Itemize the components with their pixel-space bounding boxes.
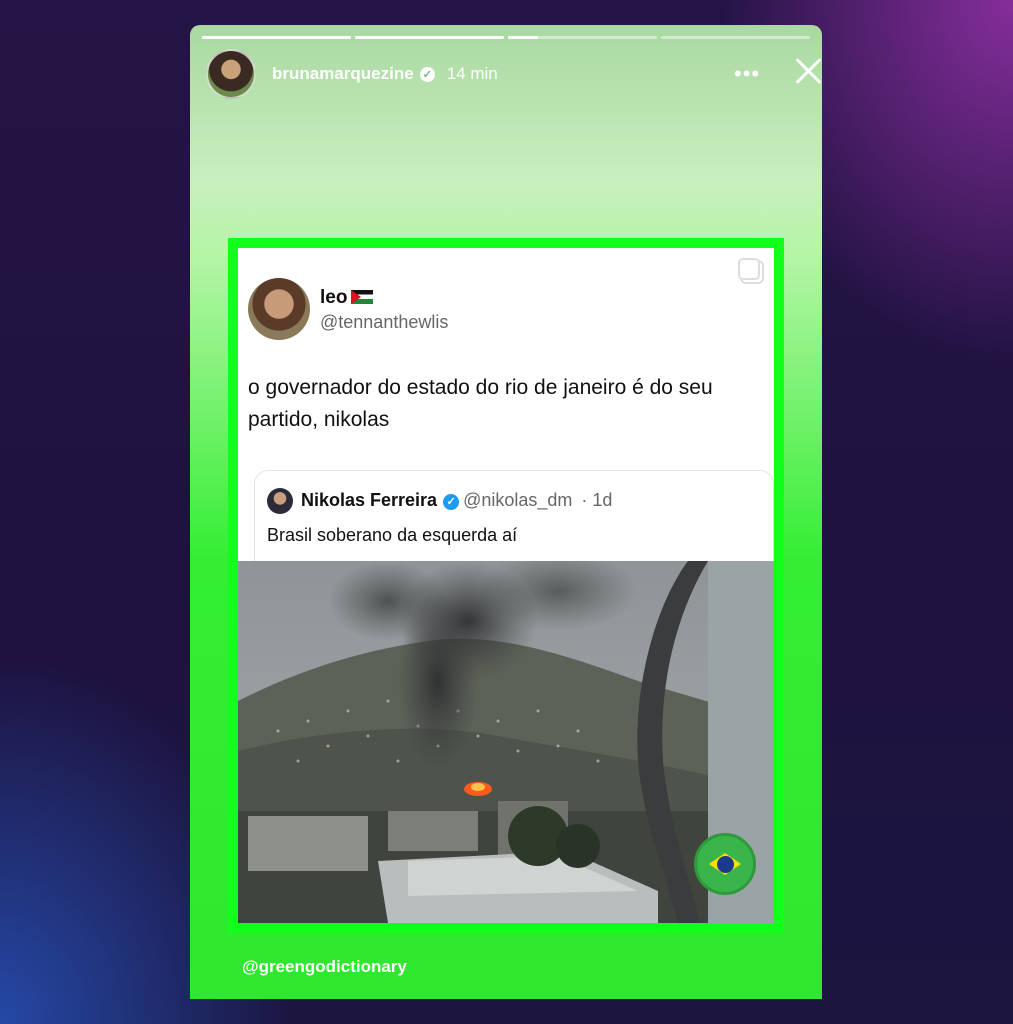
verified-badge-icon: ✓ [443, 494, 460, 510]
quoted-author-name: Nikolas Ferreira [301, 490, 438, 510]
quoted-tweet-text: Brasil soberano da esquerda aí [267, 525, 518, 545]
palestine-flag-icon [351, 290, 374, 304]
story-progress-bar [202, 36, 810, 39]
story-timestamp: 14 min [446, 64, 498, 83]
close-icon[interactable] [791, 53, 822, 87]
quoted-author-line: Nikolas Ferreira ✓ @nikolas_dm · 1d [301, 490, 612, 511]
tweet-author-name: leo [320, 287, 374, 309]
shared-post[interactable]: leo @tennanthewlis o governador do estad… [228, 238, 784, 933]
progress-segment [202, 36, 351, 39]
source-watermark: @greengodictionary [242, 957, 407, 976]
video-frame[interactable] [238, 561, 774, 923]
progress-segment [508, 36, 657, 39]
quoted-author-handle: @nikolas_dm [463, 490, 573, 510]
story-header: brunamarquezine ✓ 14 min ••• [206, 49, 812, 99]
story-viewer[interactable]: brunamarquezine ✓ 14 min ••• leo @tennan… [190, 25, 822, 999]
tweet-author-name-text: leo [320, 287, 348, 308]
tweet-text: o governador do estado do rio de janeiro… [248, 376, 713, 431]
quoted-tweet-age: · 1d [581, 490, 613, 510]
quoted-tweet: Nikolas Ferreira ✓ @nikolas_dm · 1d Brasil… [254, 470, 774, 570]
tweet-author-handle: @tennanthewlis [320, 312, 449, 332]
tweet-card: leo @tennanthewlis o governador do estad… [238, 248, 774, 570]
story-username[interactable]: brunamarquezine [272, 64, 414, 84]
copy-icon[interactable] [738, 258, 760, 280]
progress-segment [355, 36, 504, 39]
brazil-flag-icon [694, 833, 756, 895]
verified-badge-icon: ✓ [419, 66, 435, 82]
tweet-author-avatar [248, 278, 310, 340]
quoted-author-avatar [267, 488, 293, 514]
profile-avatar[interactable] [206, 49, 256, 99]
more-options-icon[interactable]: ••• [734, 61, 760, 87]
progress-segment [661, 36, 810, 39]
